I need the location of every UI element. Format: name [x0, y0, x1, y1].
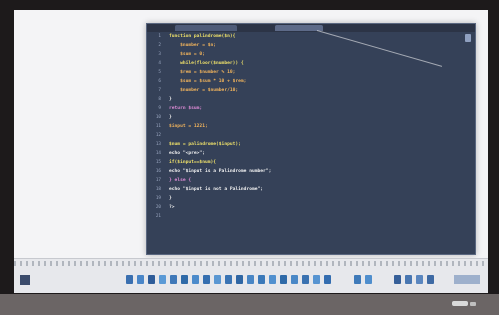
app-icon[interactable] [354, 275, 361, 284]
line-number: 13 [155, 142, 161, 147]
line-number: 11 [155, 124, 161, 129]
code-line[interactable]: echo "<pre>"; [169, 151, 205, 156]
line-number: 7 [158, 88, 161, 93]
app-icon[interactable] [214, 275, 221, 284]
taskbar-tray [14, 273, 488, 289]
line-number: 12 [155, 133, 161, 138]
app-icon[interactable] [427, 275, 434, 284]
line-number: 14 [155, 151, 161, 156]
app-icon[interactable] [258, 275, 265, 284]
app-icon[interactable] [269, 275, 276, 284]
close-icon[interactable] [465, 34, 471, 42]
taskbar [14, 258, 488, 293]
editor-status-icons [433, 246, 469, 261]
app-icon[interactable] [416, 275, 423, 284]
code-line[interactable]: } [169, 97, 172, 102]
ruler-strip [14, 261, 488, 266]
line-number-gutter: 1 2 3 4 5 6 7 8 9 10 11 12 13 14 15 16 1… [147, 34, 165, 244]
app-icon[interactable] [247, 275, 254, 284]
start-button-icon[interactable] [20, 275, 30, 285]
app-icon[interactable] [291, 275, 298, 284]
line-number: 3 [158, 52, 161, 57]
line-number: 4 [158, 61, 161, 66]
editor-tab-2[interactable] [275, 25, 323, 31]
monitor-chin [0, 294, 499, 315]
code-line[interactable]: if($input==$num){ [169, 160, 216, 165]
app-icon[interactable] [324, 275, 331, 284]
app-icon[interactable] [405, 275, 412, 284]
app-icon[interactable] [203, 275, 210, 284]
line-number: 2 [158, 43, 161, 48]
code-line[interactable]: while(floor($number)) { [169, 61, 244, 66]
line-number: 15 [155, 160, 161, 165]
line-number: 5 [158, 70, 161, 75]
line-number: 6 [158, 79, 161, 84]
app-icon[interactable] [394, 275, 401, 284]
code-line[interactable]: $rem = $number % 10; [169, 70, 235, 75]
app-icon[interactable] [181, 275, 188, 284]
line-number: 10 [155, 115, 161, 120]
line-number: 9 [158, 106, 161, 111]
app-icon[interactable] [280, 275, 287, 284]
screen-glare [316, 30, 443, 67]
editor-tab-1[interactable] [175, 25, 237, 31]
code-editor-window[interactable]: 1 2 3 4 5 6 7 8 9 10 11 12 13 14 15 16 1… [146, 23, 476, 261]
code-line[interactable]: echo "$input is a Palindrome number"; [169, 169, 271, 174]
app-icon[interactable] [365, 275, 372, 284]
code-line[interactable]: $sum = $sum * 10 + $rem; [169, 79, 246, 84]
line-number: 8 [158, 97, 161, 102]
line-number: 20 [155, 205, 161, 210]
line-number: 17 [155, 178, 161, 183]
code-line[interactable]: } [169, 115, 172, 120]
code-line[interactable]: $sum = 0; [169, 52, 205, 57]
code-line[interactable]: $number = $n; [169, 43, 216, 48]
power-button-icon[interactable] [470, 302, 476, 306]
code-line[interactable]: echo "$input is not a Palindrome"; [169, 187, 263, 192]
app-icon[interactable] [225, 275, 232, 284]
editor-tab-bar [147, 24, 475, 32]
code-line[interactable]: $input = 1221; [169, 124, 208, 129]
line-number: 19 [155, 196, 161, 201]
power-indicator-icon [452, 301, 468, 306]
line-number: 16 [155, 169, 161, 174]
code-line[interactable]: $number = $number/10; [169, 88, 238, 93]
line-number: 21 [155, 214, 161, 219]
system-clock[interactable] [454, 275, 480, 284]
app-icon[interactable] [236, 275, 243, 284]
code-line[interactable]: function palindrome($n){ [169, 34, 235, 39]
app-icon[interactable] [137, 275, 144, 284]
app-icon[interactable] [302, 275, 309, 284]
code-line[interactable]: } [169, 196, 172, 201]
app-icon[interactable] [126, 275, 133, 284]
code-line[interactable]: } else { [169, 178, 191, 183]
app-icon[interactable] [170, 275, 177, 284]
code-line[interactable]: $num = palindrome($input); [169, 142, 241, 147]
code-line[interactable]: ?> [169, 205, 175, 210]
app-icon[interactable] [159, 275, 166, 284]
app-icon[interactable] [148, 275, 155, 284]
line-number: 1 [158, 34, 161, 39]
app-icon[interactable] [192, 275, 199, 284]
code-line[interactable]: return $sum; [169, 106, 202, 111]
app-icon[interactable] [313, 275, 320, 284]
line-number: 18 [155, 187, 161, 192]
